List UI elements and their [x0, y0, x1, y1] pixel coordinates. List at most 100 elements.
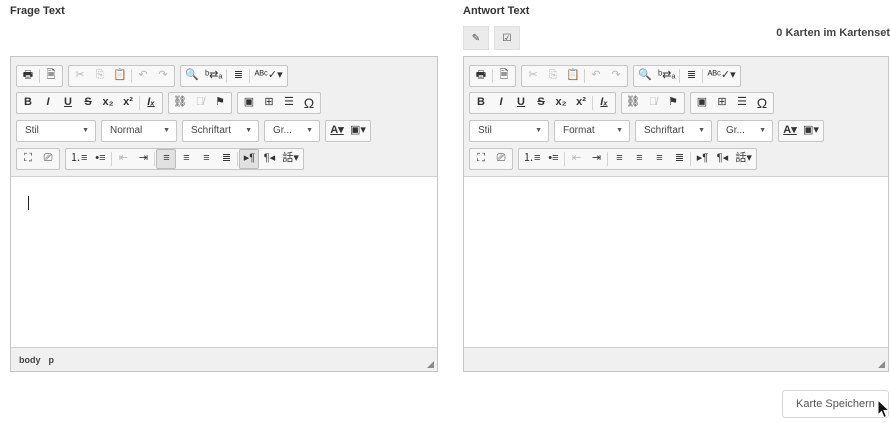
- indent-icon[interactable]: ⇥: [586, 149, 606, 169]
- undo-icon[interactable]: ↶: [586, 66, 606, 86]
- editing-group: 🔍 ᵇ⇄ₐ ≣ ᴬᴮᶜ✓▾: [180, 64, 288, 87]
- paste-icon[interactable]: 📋: [563, 66, 583, 86]
- bulleted-list-icon[interactable]: •≡: [543, 149, 563, 169]
- align-center-icon[interactable]: ≡: [629, 149, 649, 169]
- pencil-icon: ✎: [471, 32, 481, 44]
- subscript-button[interactable]: x₂: [551, 93, 571, 113]
- table-icon[interactable]: ⊞: [259, 93, 279, 113]
- bg-color-button[interactable]: ▣▾: [800, 121, 822, 141]
- find-icon[interactable]: 🔍: [182, 66, 202, 86]
- path-body[interactable]: body: [19, 355, 41, 365]
- rtl-icon[interactable]: ¶◂: [712, 149, 732, 169]
- anchor-icon[interactable]: ⚑: [663, 93, 683, 113]
- show-blocks-icon[interactable]: ≣: [681, 66, 701, 86]
- align-right-icon[interactable]: ≡: [196, 149, 216, 169]
- text-color-button[interactable]: A▾: [780, 121, 800, 141]
- spellcheck-icon[interactable]: ᴬᴮᶜ✓▾: [251, 66, 285, 86]
- italic-button[interactable]: I: [491, 93, 511, 113]
- align-center-icon[interactable]: ≡: [176, 149, 196, 169]
- replace-icon[interactable]: ᵇ⇄ₐ: [202, 66, 225, 86]
- rtl-icon[interactable]: ¶◂: [259, 149, 279, 169]
- cut-icon[interactable]: ✂: [523, 66, 543, 86]
- save-card-button[interactable]: Karte Speichern: [782, 390, 889, 418]
- language-icon[interactable]: 話▾: [279, 149, 302, 169]
- basicstyles-group: B I U S x₂ x² Iₓ: [16, 91, 163, 114]
- horizontal-rule-icon[interactable]: ☰: [279, 93, 299, 113]
- remove-format-button[interactable]: Iₓ: [594, 93, 614, 113]
- underline-button[interactable]: U: [58, 93, 78, 113]
- text-color-button[interactable]: A▾: [327, 121, 347, 141]
- strike-button[interactable]: S: [531, 93, 551, 113]
- find-icon[interactable]: 🔍: [635, 66, 655, 86]
- show-blocks-icon[interactable]: ≣: [228, 66, 248, 86]
- unlink-icon[interactable]: ⛓̸: [190, 93, 210, 113]
- format-dropdown[interactable]: Format ▼: [554, 119, 630, 142]
- italic-button[interactable]: I: [38, 93, 58, 113]
- ltr-icon[interactable]: ▸¶: [692, 149, 712, 169]
- align-right-icon[interactable]: ≡: [649, 149, 669, 169]
- align-left-icon[interactable]: ≡: [609, 149, 629, 169]
- subscript-button[interactable]: x₂: [98, 93, 118, 113]
- spellcheck-icon[interactable]: ᴬᴮᶜ✓▾: [704, 66, 738, 86]
- special-char-icon[interactable]: Ω: [752, 93, 772, 113]
- style-dropdown[interactable]: Stil ▼: [469, 119, 549, 142]
- check-mode-button[interactable]: ☑: [494, 26, 520, 50]
- print-icon[interactable]: 🖶: [18, 66, 38, 86]
- justify-icon[interactable]: ≣: [216, 149, 236, 169]
- format-dropdown[interactable]: Normal ▼: [101, 119, 177, 142]
- indent-icon[interactable]: ⇥: [133, 149, 153, 169]
- maximize-icon[interactable]: ⛶: [471, 149, 491, 169]
- undo-icon[interactable]: ↶: [133, 66, 153, 86]
- style-dropdown[interactable]: Stil ▼: [16, 119, 96, 142]
- print-icon[interactable]: 🖶: [471, 66, 491, 86]
- superscript-button[interactable]: x²: [571, 93, 591, 113]
- redo-icon[interactable]: ↷: [153, 66, 173, 86]
- size-dropdown[interactable]: Gr... ▼: [717, 119, 773, 142]
- bold-button[interactable]: B: [471, 93, 491, 113]
- copy-icon[interactable]: ⎘: [543, 66, 563, 86]
- justify-icon[interactable]: ≣: [669, 149, 689, 169]
- question-content-area[interactable]: [11, 178, 437, 347]
- image-icon[interactable]: ▣: [239, 93, 259, 113]
- underline-button[interactable]: U: [511, 93, 531, 113]
- remove-format-button[interactable]: Iₓ: [141, 93, 161, 113]
- redo-icon[interactable]: ↷: [606, 66, 626, 86]
- templates-icon[interactable]: 🗎: [41, 66, 61, 86]
- bg-color-button[interactable]: ▣▾: [347, 121, 369, 141]
- image-icon[interactable]: ▣: [692, 93, 712, 113]
- source-icon[interactable]: ⎚: [38, 149, 58, 169]
- answer-content-area[interactable]: [464, 178, 888, 347]
- resize-handle-icon[interactable]: [427, 361, 434, 368]
- table-icon[interactable]: ⊞: [712, 93, 732, 113]
- unlink-icon[interactable]: ⛓̸: [643, 93, 663, 113]
- superscript-button[interactable]: x²: [118, 93, 138, 113]
- special-char-icon[interactable]: Ω: [299, 93, 319, 113]
- replace-icon[interactable]: ᵇ⇄ₐ: [655, 66, 678, 86]
- copy-icon[interactable]: ⎘: [90, 66, 110, 86]
- templates-icon[interactable]: 🗎: [494, 66, 514, 86]
- strike-button[interactable]: S: [78, 93, 98, 113]
- font-dropdown[interactable]: Schriftart ▼: [635, 119, 712, 142]
- bulleted-list-icon[interactable]: •≡: [90, 149, 110, 169]
- source-icon[interactable]: ⎚: [491, 149, 511, 169]
- edit-mode-button[interactable]: ✎: [463, 26, 489, 50]
- language-icon[interactable]: 話▾: [732, 149, 755, 169]
- paste-icon[interactable]: 📋: [110, 66, 130, 86]
- size-dropdown[interactable]: Gr... ▼: [264, 119, 320, 142]
- anchor-icon[interactable]: ⚑: [210, 93, 230, 113]
- resize-handle-icon[interactable]: [878, 361, 885, 368]
- bold-button[interactable]: B: [18, 93, 38, 113]
- horizontal-rule-icon[interactable]: ☰: [732, 93, 752, 113]
- font-dropdown[interactable]: Schriftart ▼: [182, 119, 259, 142]
- align-left-icon[interactable]: ≡: [156, 148, 177, 169]
- maximize-icon[interactable]: ⛶: [18, 149, 38, 169]
- cut-icon[interactable]: ✂: [70, 66, 90, 86]
- numbered-list-icon[interactable]: ⒈≡: [67, 149, 90, 169]
- path-p[interactable]: p: [49, 355, 55, 365]
- numbered-list-icon[interactable]: ⒈≡: [520, 149, 543, 169]
- outdent-icon[interactable]: ⇤: [566, 149, 586, 169]
- link-icon[interactable]: ⛓: [623, 93, 643, 113]
- ltr-icon[interactable]: ▸¶: [239, 148, 260, 169]
- outdent-icon[interactable]: ⇤: [113, 149, 133, 169]
- link-icon[interactable]: ⛓: [170, 93, 190, 113]
